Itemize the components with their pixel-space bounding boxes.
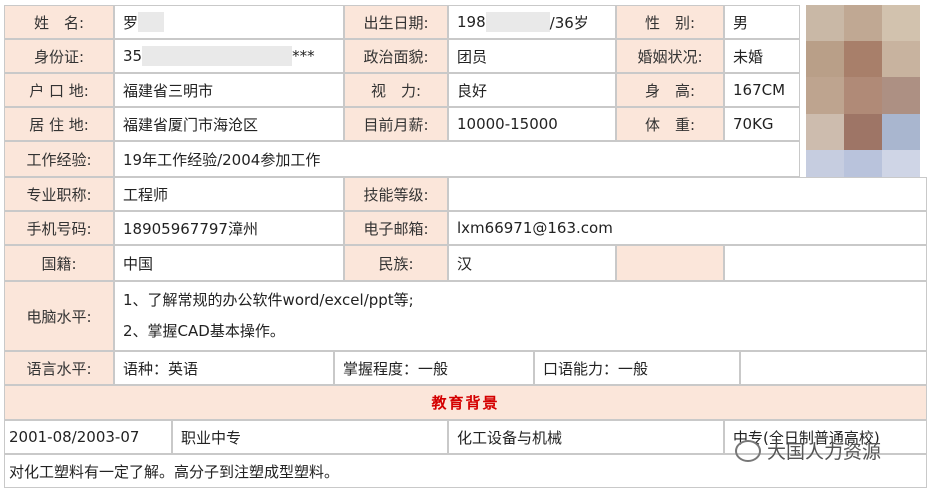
ethnicity-label: 民族:	[344, 245, 448, 281]
computer-label: 电脑水平:	[4, 281, 114, 351]
salary-value: 10000-15000	[448, 107, 616, 141]
height-label: 身 高:	[616, 73, 724, 107]
ethnicity-value: 汉	[448, 245, 616, 281]
name-label: 姓 名:	[4, 5, 114, 39]
skill-label: 技能等级:	[344, 177, 448, 211]
computer-line-1: 1、了解常规的办公软件word/excel/ppt等;	[123, 291, 414, 309]
nationality-label: 国籍:	[4, 245, 114, 281]
id-label: 身份证:	[4, 39, 114, 73]
vision-value: 良好	[448, 73, 616, 107]
watermark-text: 大国人力资源	[767, 441, 882, 463]
title-label: 专业职称:	[4, 177, 114, 211]
vision-label: 视 力:	[344, 73, 448, 107]
education-section-title: 教育背景	[4, 385, 927, 420]
skill-value	[448, 177, 927, 211]
title-value: 工程师	[114, 177, 344, 211]
language-label: 语言水平:	[4, 351, 114, 385]
email-value: lxm66971@163.com	[448, 211, 927, 245]
phone-label: 手机号码:	[4, 211, 114, 245]
computer-line-2: 2、掌握CAD基本操作。	[123, 322, 285, 340]
experience-label: 工作经验:	[4, 141, 114, 177]
weight-value: 70KG	[724, 107, 800, 141]
education-period: 2001-08/2003-07	[4, 420, 172, 454]
email-label: 电子邮箱:	[344, 211, 448, 245]
blurred-text	[138, 12, 165, 32]
experience-value: 19年工作经验/2004参加工作	[114, 141, 800, 177]
blurred-text	[485, 12, 550, 32]
marital-label: 婚姻状况:	[616, 39, 724, 73]
profile-photo	[806, 5, 920, 186]
gender-value: 男	[724, 5, 800, 39]
politics-label: 政治面貌:	[344, 39, 448, 73]
birth-value: 198/36岁	[448, 5, 616, 39]
height-value: 167CM	[724, 73, 800, 107]
birth-label: 出生日期:	[344, 5, 448, 39]
residence-value: 福建省厦门市海沧区	[114, 107, 344, 141]
empty-value-cell	[724, 245, 927, 281]
marital-value: 未婚	[724, 39, 800, 73]
gender-label: 性 别:	[616, 5, 724, 39]
weight-label: 体 重:	[616, 107, 724, 141]
computer-value: 1、了解常规的办公软件word/excel/ppt等; 2、掌握CAD基本操作。	[114, 281, 927, 351]
salary-label: 目前月薪:	[344, 107, 448, 141]
language-kind: 语种：英语	[114, 351, 334, 385]
hukou-label: 户 口 地:	[4, 73, 114, 107]
education-major: 化工设备与机械	[448, 420, 724, 454]
politics-value: 团员	[448, 39, 616, 73]
nationality-value: 中国	[114, 245, 344, 281]
language-oral: 口语能力：一般	[534, 351, 740, 385]
watermark: 大国人力资源	[735, 437, 881, 464]
residence-label: 居 住 地:	[4, 107, 114, 141]
wechat-icon	[735, 439, 761, 462]
phone-value: 18905967797漳州	[114, 211, 344, 245]
hukou-value: 福建省三明市	[114, 73, 344, 107]
empty-label-cell	[616, 245, 724, 281]
education-school: 职业中专	[172, 420, 448, 454]
language-mastery: 掌握程度：一般	[334, 351, 534, 385]
language-empty-cell	[740, 351, 927, 385]
name-value: 罗	[114, 5, 344, 39]
id-value: 35 ***	[114, 39, 344, 73]
blurred-text	[142, 46, 293, 66]
